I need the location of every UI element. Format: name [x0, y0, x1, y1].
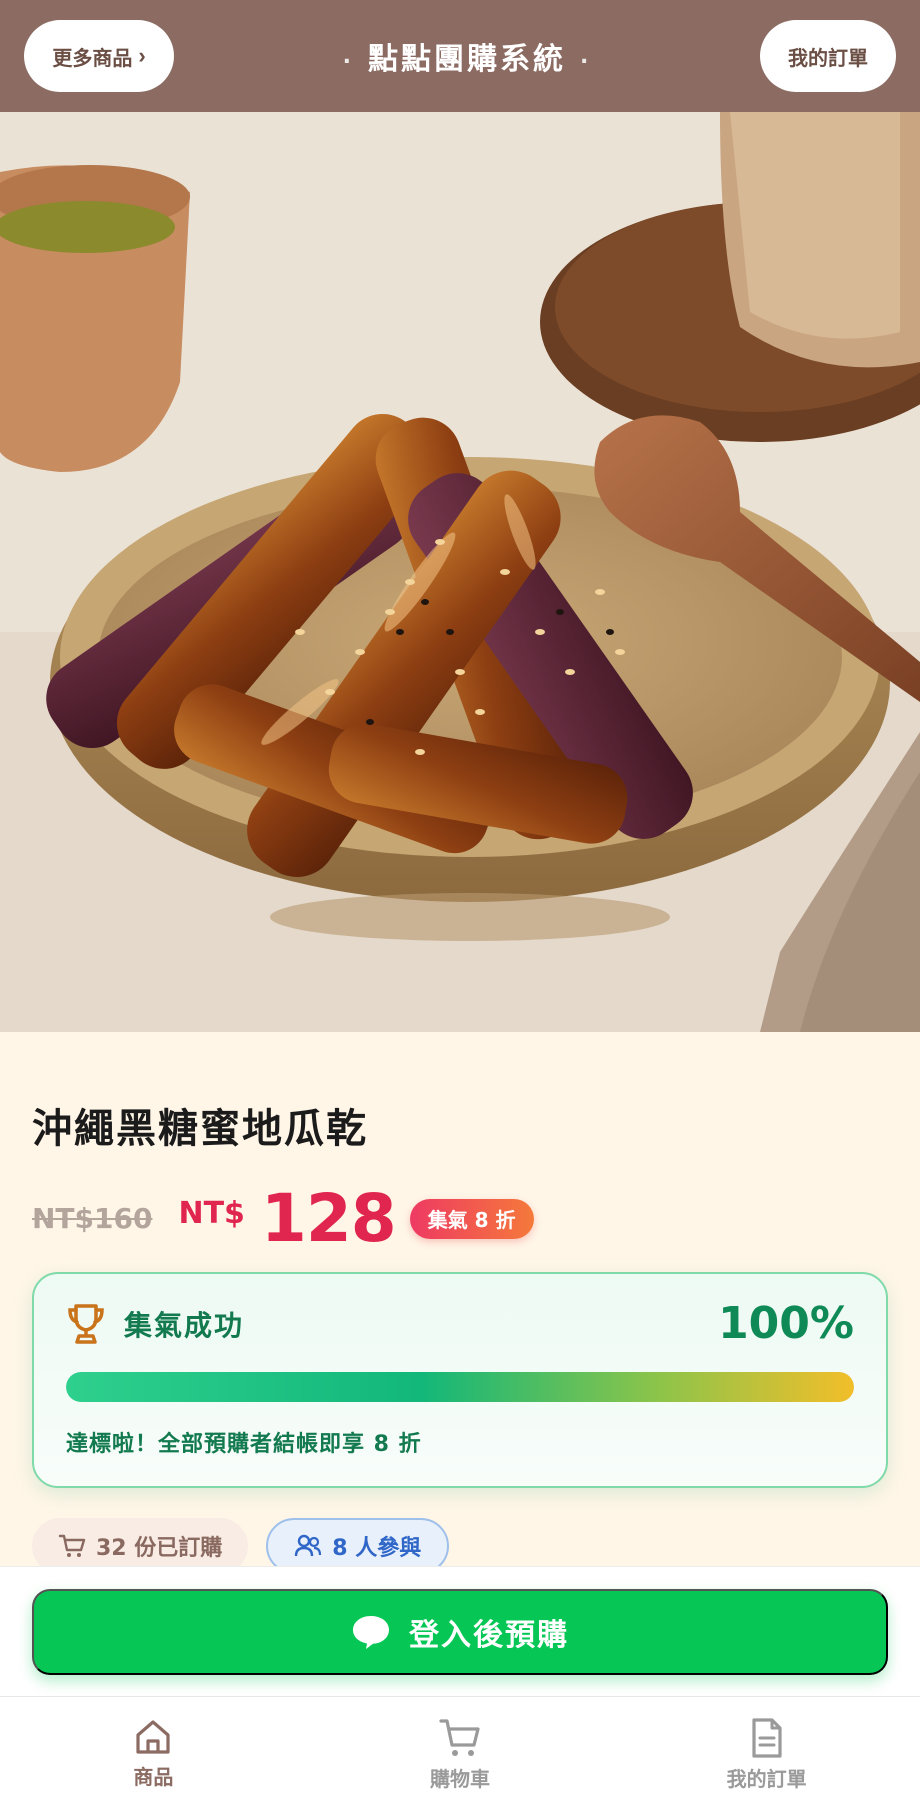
top-header: 更多商品 › . 點點團購系統 . 我的訂單 [0, 0, 920, 112]
login-to-preorder-button[interactable]: 登入後預購 [32, 1589, 888, 1675]
title-dot-left: . [342, 43, 354, 69]
tab-my-orders-label: 我的訂單 [726, 1767, 807, 1791]
cta-label: 登入後預購 [409, 1619, 569, 1652]
product-photo-illustration [0, 112, 920, 1032]
more-products-button[interactable]: 更多商品 › [24, 20, 174, 92]
users-icon [295, 1534, 322, 1557]
tab-cart-label: 購物車 [430, 1767, 490, 1791]
progress-header: 集氣成功 [66, 1302, 244, 1346]
price-row: NT$160 NT$ 128 集氣 8 折 [32, 1180, 534, 1257]
progress-label: 集氣成功 [124, 1309, 245, 1342]
ordered-count: 32 份已訂購 [96, 1536, 223, 1561]
bottom-tab-bar: 商品 購物車 我的訂單 [0, 1696, 920, 1800]
document-icon [752, 1718, 782, 1758]
home-icon [136, 1720, 170, 1754]
my-orders-button[interactable]: 我的訂單 [760, 20, 896, 92]
progress-message: 達標啦！全部預購者結帳即享 8 折 [66, 1432, 422, 1457]
cart-icon [58, 1534, 86, 1557]
chevron-right-icon: › [138, 43, 146, 68]
participants-count: 8 人參與 [332, 1536, 422, 1561]
progress-percent: 100% [718, 1298, 854, 1349]
sale-price: 128 [260, 1180, 397, 1257]
more-products-label: 更多商品 [52, 47, 133, 70]
product-details: 沖繩黑糖蜜地瓜乾 NT$160 NT$ 128 集氣 8 折 集氣成功 100% [0, 1032, 920, 1574]
title-dot-right: . [580, 43, 592, 69]
product-image [0, 112, 920, 1032]
currency-label: NT$ [178, 1196, 245, 1231]
my-orders-label: 我的訂單 [788, 47, 868, 70]
product-title: 沖繩黑糖蜜地瓜乾 [32, 1106, 368, 1152]
original-price: NT$160 [32, 1202, 153, 1235]
progress-bar [66, 1372, 854, 1402]
trophy-icon [68, 1304, 104, 1344]
page: 更多商品 › . 點點團購系統 . 我的訂單 沖繩黑糖蜜地瓜乾 NT$160 N… [0, 0, 920, 1800]
discount-badge: 集氣 8 折 [409, 1198, 534, 1239]
tab-products[interactable]: 商品 [0, 1697, 307, 1800]
tab-cart[interactable]: 購物車 [307, 1697, 614, 1800]
cta-bar: 登入後預購 [0, 1566, 920, 1696]
tab-products-label: 商品 [133, 1765, 174, 1789]
app-title-text: 點點團購系統 [368, 42, 566, 77]
chat-bubble-icon [353, 1616, 389, 1649]
cart-icon [439, 1719, 480, 1756]
tab-my-orders[interactable]: 我的訂單 [613, 1697, 920, 1800]
group-progress-card: 集氣成功 100% 達標啦！全部預購者結帳即享 8 折 [32, 1272, 888, 1488]
app-title: . 點點團購系統 . [343, 34, 592, 78]
progress-bar-fill [66, 1372, 854, 1402]
